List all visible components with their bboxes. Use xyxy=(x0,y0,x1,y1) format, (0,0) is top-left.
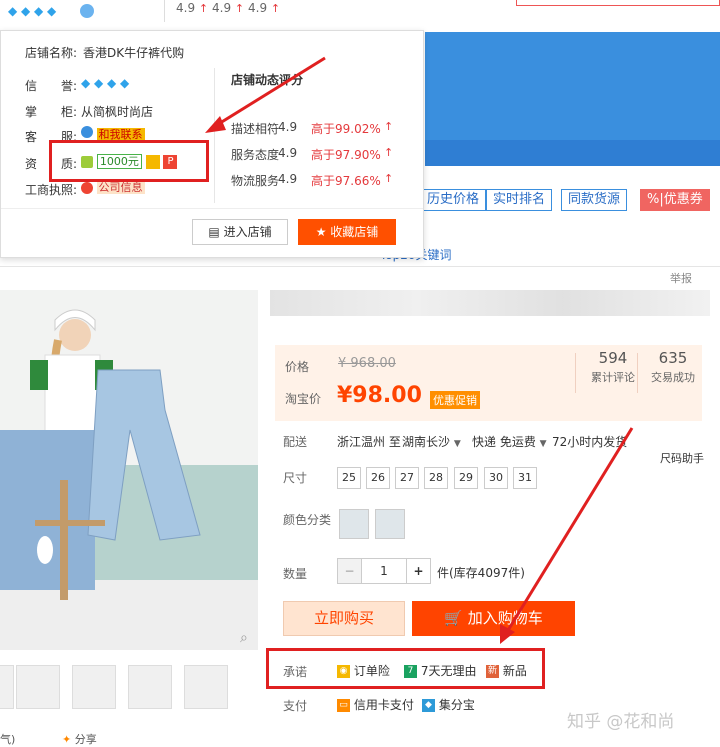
annotation-arrow-line xyxy=(211,56,326,130)
annotation-arrow-line xyxy=(505,427,634,633)
annotation-arrowhead xyxy=(500,624,515,644)
annotation-arrowhead xyxy=(205,116,226,133)
annotation-arrows xyxy=(205,56,634,644)
